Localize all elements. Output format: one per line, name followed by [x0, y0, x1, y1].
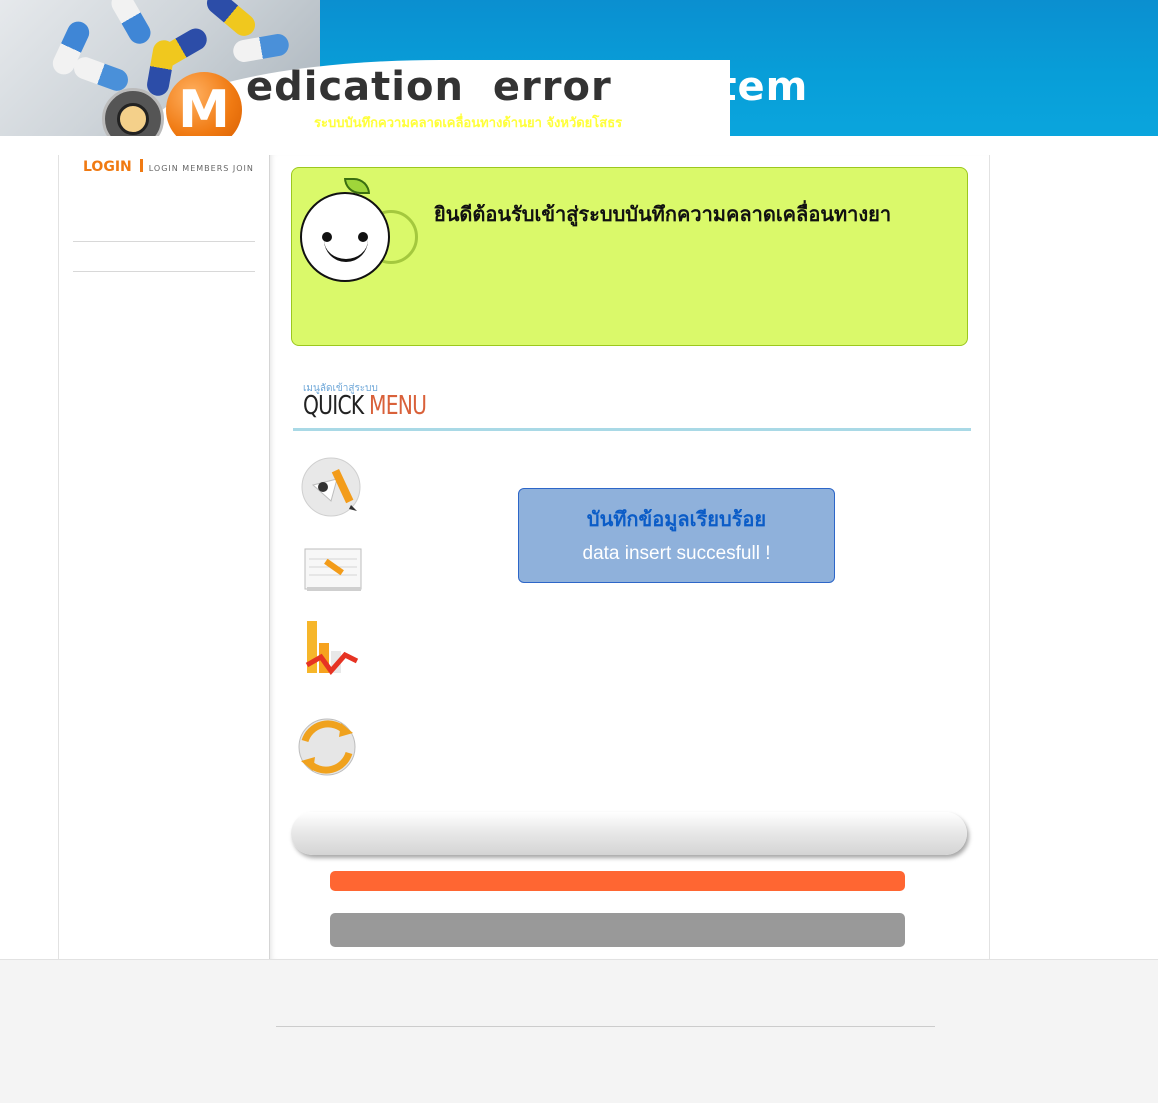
brand-part3: system	[640, 64, 809, 110]
brand-part1: edication	[246, 64, 464, 110]
quick-menu-title: QUICK MENU	[303, 391, 427, 421]
header-banner: M edication error system ระบบบันทึกความค…	[0, 0, 1158, 136]
footer-divider	[276, 1026, 935, 1027]
login-divider	[139, 159, 143, 172]
sidebar-divider	[73, 241, 255, 242]
success-message-english: data insert succesfull !	[582, 543, 771, 564]
brand-title: edication error system	[246, 64, 808, 110]
main-content: ยินดีต้อนรับเข้าสู่ระบบบันทึกความคลาดเคล…	[269, 155, 990, 959]
login-title[interactable]: LOGIN	[83, 159, 132, 175]
quick-menu-title-part1: QUICK	[303, 391, 364, 421]
page-footer	[0, 959, 1158, 1103]
gray-bar	[330, 913, 905, 947]
login-heading: LOGIN LOGIN MEMBERS JOIN	[83, 159, 254, 175]
sidebar: LOGIN LOGIN MEMBERS JOIN	[58, 155, 270, 959]
footer-bar	[291, 812, 967, 855]
brand-subtitle: ระบบบันทึกความคลาดเคลื่อนทางด้านยา จังหว…	[314, 116, 623, 131]
pencil-write-icon[interactable]	[301, 457, 365, 521]
login-subtitle: LOGIN MEMBERS JOIN	[148, 164, 254, 173]
quick-menu-divider	[293, 428, 971, 431]
notepad-icon[interactable]	[301, 539, 365, 603]
chart-icon[interactable]	[301, 617, 365, 681]
quick-menu-title-part2: MENU	[369, 391, 427, 421]
brand-part2: error	[492, 64, 612, 110]
success-message-thai: บันทึกข้อมูลเรียบร้อย	[586, 507, 767, 531]
smiley-face-icon	[300, 192, 390, 282]
success-message: บันทึกข้อมูลเรียบร้อย data insert succes…	[518, 488, 835, 583]
refresh-icon[interactable]	[295, 715, 359, 779]
sidebar-divider	[73, 271, 255, 272]
welcome-panel: ยินดีต้อนรับเข้าสู่ระบบบันทึกความคลาดเคล…	[291, 167, 968, 346]
orange-bar	[330, 871, 905, 891]
welcome-text: ยินดีต้อนรับเข้าสู่ระบบบันทึกความคลาดเคล…	[434, 202, 892, 226]
